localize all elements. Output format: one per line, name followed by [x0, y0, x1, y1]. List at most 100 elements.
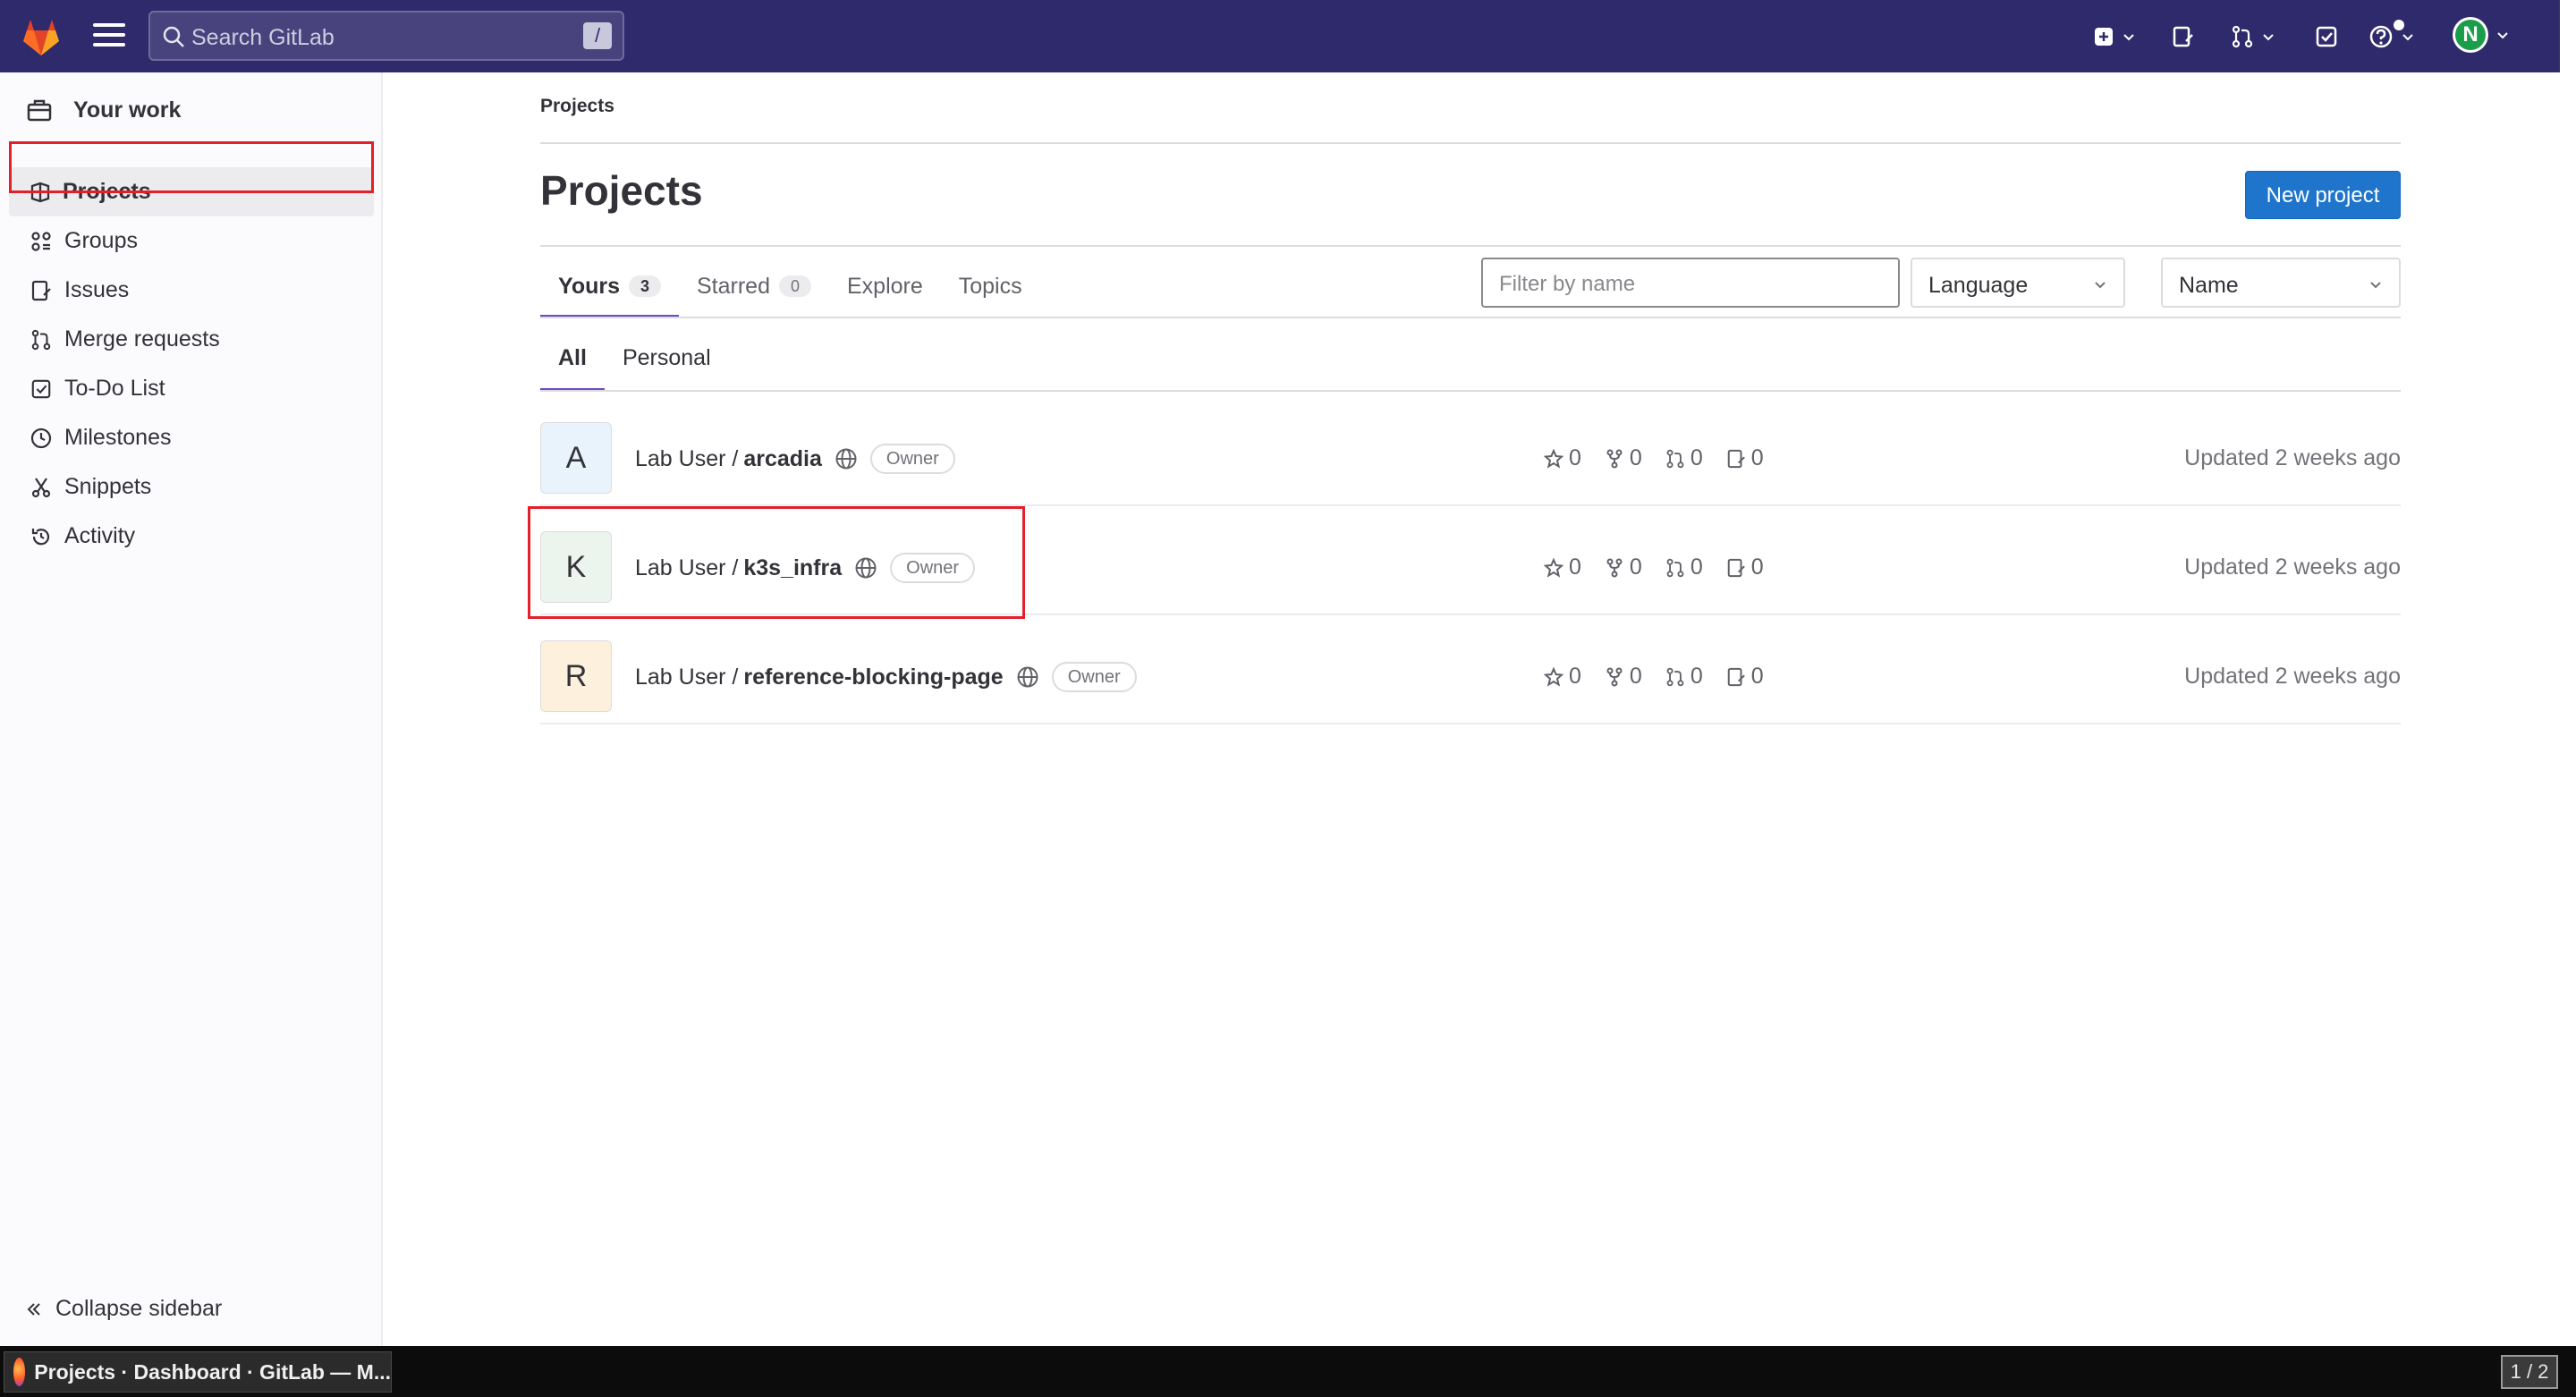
language-select[interactable]: Language: [1911, 258, 2125, 308]
stars-count[interactable]: 0: [1544, 555, 1581, 580]
issues-icon: [31, 280, 51, 301]
issues-value: 0: [1750, 555, 1764, 580]
todo-icon: [2316, 26, 2337, 47]
project-avatar[interactable]: R: [540, 640, 612, 712]
collapse-sidebar-label: Collapse sidebar: [55, 1296, 223, 1321]
sidebar-item-todo-list[interactable]: To-Do List: [9, 364, 374, 413]
sidebar-item-merge-requests[interactable]: Merge requests: [9, 315, 374, 364]
forks-count[interactable]: 0: [1605, 445, 1642, 471]
sort-select[interactable]: Name: [2161, 258, 2401, 308]
divider: [540, 390, 2401, 392]
merge-requests-dropdown[interactable]: [2231, 20, 2275, 54]
sidebar-item-snippets[interactable]: Snippets: [9, 462, 374, 512]
project-tabs: Yours 3 Starred 0 Explore Topics: [540, 259, 1040, 318]
merge-requests-count[interactable]: 0: [1665, 555, 1703, 580]
tab-explore[interactable]: Explore: [829, 259, 941, 313]
user-menu-dropdown[interactable]: N: [2453, 17, 2510, 53]
tab-starred[interactable]: Starred 0: [679, 259, 829, 313]
project-stats: 0 0 0 0: [1544, 555, 1787, 580]
issues-icon: [1727, 449, 1745, 468]
sidebar-header-label: Your work: [73, 97, 182, 123]
language-select-value: Language: [1928, 273, 2029, 298]
taskbar-window-title: Projects · Dashboard · GitLab — M...: [34, 1359, 391, 1384]
divider: [540, 317, 2401, 318]
issues-value: 0: [1750, 664, 1764, 689]
globe-icon: [1017, 666, 1038, 688]
todo-icon: [31, 379, 51, 398]
os-taskbar: Projects · Dashboard · GitLab — M... 1 /…: [0, 1346, 2576, 1397]
scissors-icon: [31, 477, 51, 497]
merge-request-icon: [1666, 667, 1684, 686]
tab-topics[interactable]: Topics: [941, 259, 1040, 313]
fork-icon: [1606, 558, 1623, 577]
subtab-personal[interactable]: Personal: [605, 333, 729, 383]
sidebar-item-label: Issues: [64, 277, 130, 302]
forks-count[interactable]: 0: [1605, 664, 1642, 690]
issues-icon: [1727, 667, 1745, 686]
help-dropdown[interactable]: [2368, 20, 2415, 54]
hamburger-menu-icon[interactable]: [93, 23, 125, 50]
issues-icon: [1727, 558, 1745, 577]
collapse-sidebar-button[interactable]: Collapse sidebar: [25, 1296, 222, 1322]
filter-by-name-input[interactable]: Filter by name: [1481, 258, 1900, 308]
project-row[interactable]: A Lab User / arcadia Owner 0 0 0 0 Updat…: [540, 399, 2401, 506]
stars-value: 0: [1569, 664, 1581, 689]
star-icon: [1544, 448, 1563, 469]
issues-count[interactable]: 0: [1726, 445, 1764, 471]
updated-time: Updated 2 weeks ago: [2184, 555, 2401, 580]
forks-value: 0: [1629, 664, 1642, 689]
tab-yours[interactable]: Yours 3: [540, 259, 679, 318]
highlight-annotation-projects: [9, 141, 374, 193]
merge-request-icon: [1666, 449, 1684, 468]
breadcrumb[interactable]: Projects: [540, 96, 614, 117]
sidebar-item-activity[interactable]: Activity: [9, 512, 374, 561]
search-input[interactable]: Search GitLab /: [148, 11, 624, 61]
chevron-down-icon: [2497, 32, 2508, 39]
issues-count[interactable]: 0: [1726, 555, 1764, 580]
project-avatar[interactable]: A: [540, 422, 612, 494]
new-project-button[interactable]: New project: [2245, 171, 2401, 219]
sidebar: Your work Projects Groups Issues Merge r…: [0, 72, 383, 1346]
merge-requests-count[interactable]: 0: [1665, 664, 1703, 690]
project-name-link[interactable]: Lab User / reference-blocking-page Owner: [635, 662, 1137, 692]
sidebar-item-label: Activity: [64, 523, 136, 548]
stars-value: 0: [1569, 445, 1581, 470]
forks-count[interactable]: 0: [1605, 555, 1642, 580]
issues-nav-button[interactable]: [2172, 20, 2195, 54]
chevron-down-icon: [2263, 34, 2274, 41]
tab-label: Yours: [558, 273, 620, 299]
sidebar-header[interactable]: Your work: [27, 92, 181, 128]
sidebar-item-groups[interactable]: Groups: [9, 216, 374, 266]
issues-count[interactable]: 0: [1726, 664, 1764, 690]
chevron-down-icon: [2402, 34, 2413, 41]
tab-label: Explore: [846, 273, 923, 299]
star-icon: [1544, 557, 1563, 578]
merge-requests-value: 0: [1690, 555, 1703, 580]
subtab-all[interactable]: All: [540, 333, 605, 392]
merge-requests-count[interactable]: 0: [1665, 445, 1703, 471]
merge-request-icon: [2232, 25, 2253, 48]
role-badge: Owner: [1051, 662, 1137, 692]
taskbar-window-button[interactable]: Projects · Dashboard · GitLab — M...: [4, 1351, 392, 1393]
sidebar-item-issues[interactable]: Issues: [9, 266, 374, 315]
briefcase-icon: [27, 99, 52, 122]
issues-value: 0: [1750, 445, 1764, 470]
stars-count[interactable]: 0: [1544, 664, 1581, 690]
double-chevron-left-icon: [27, 1302, 40, 1316]
stars-count[interactable]: 0: [1544, 445, 1581, 471]
chevron-down-icon: [2370, 282, 2381, 289]
merge-requests-value: 0: [1690, 664, 1703, 689]
project-name-link[interactable]: Lab User / arcadia Owner: [635, 444, 955, 474]
workspace-pager[interactable]: 1 / 2: [2501, 1355, 2558, 1389]
plus-square-icon: [2095, 28, 2113, 46]
project-stats: 0 0 0 0: [1544, 445, 1787, 471]
project-row[interactable]: R Lab User / reference-blocking-page Own…: [540, 617, 2401, 724]
sidebar-item-label: Milestones: [64, 425, 172, 450]
gitlab-logo-icon[interactable]: [20, 16, 63, 57]
create-new-dropdown[interactable]: [2093, 20, 2136, 54]
todo-nav-button[interactable]: [2315, 20, 2338, 54]
sidebar-item-milestones[interactable]: Milestones: [9, 413, 374, 462]
project-namespace: Lab User /: [635, 445, 739, 471]
updated-time: Updated 2 weeks ago: [2184, 664, 2401, 689]
updated-time: Updated 2 weeks ago: [2184, 445, 2401, 470]
